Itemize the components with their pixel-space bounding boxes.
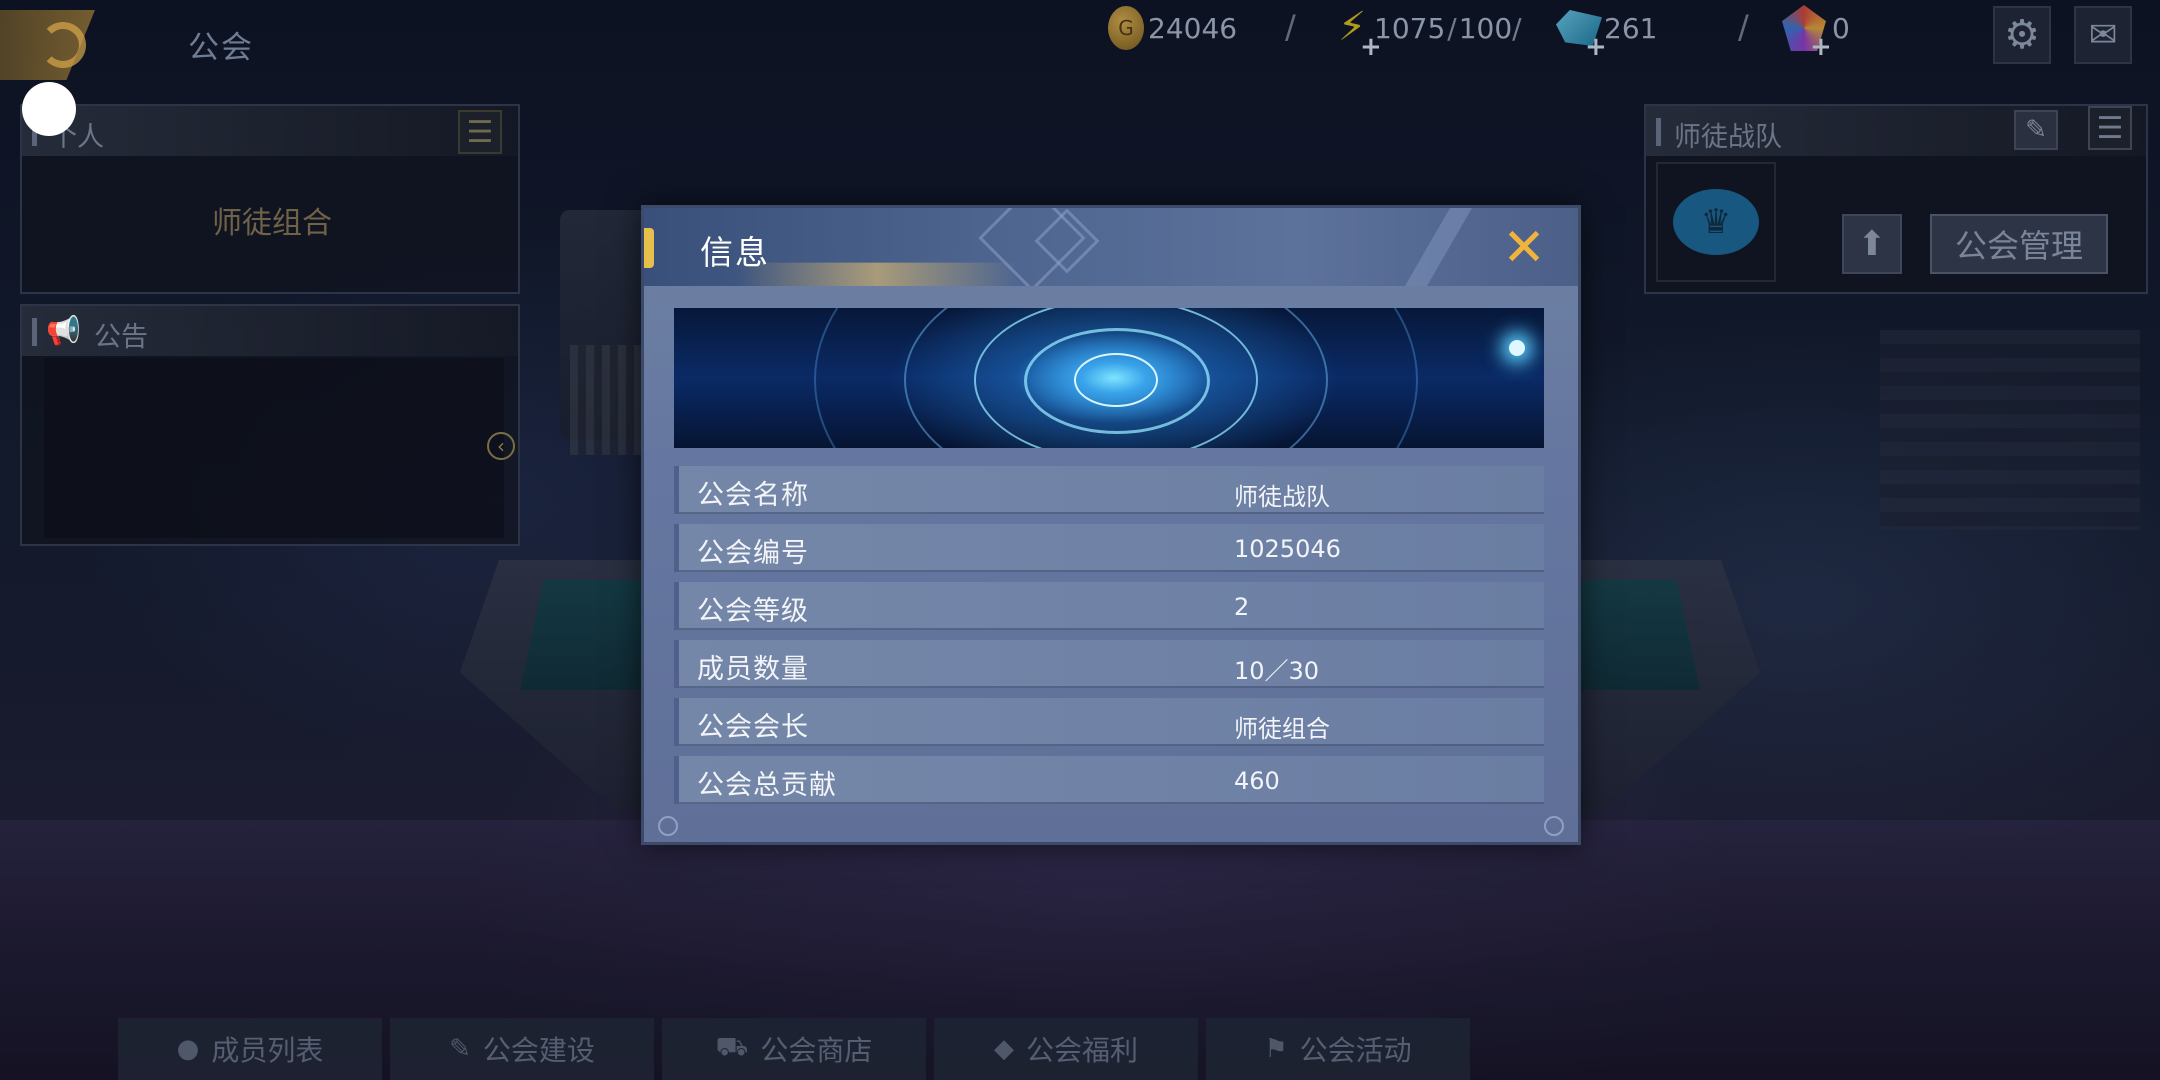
energy-counter: ⚡ 1075 / 100 / <box>1330 4 1522 50</box>
collapse-arrow-icon[interactable]: ‹ <box>487 432 515 460</box>
add-energy-button[interactable]: + <box>1360 32 1382 62</box>
tab-guild-shop[interactable]: ⛟ 公会商店 <box>662 1018 926 1080</box>
guild-info-dialog: 信息 ✕ 公会名称 师徒战队 公会编号 1025046 公会等级 2 成员数量 … <box>641 205 1581 845</box>
corner-ornament <box>658 816 678 836</box>
row-value: 10／30 <box>1234 657 1320 685</box>
list-menu-icon[interactable]: ☰ <box>458 110 502 154</box>
panel-marker <box>32 318 37 346</box>
row-value: 师徒组合 <box>1234 715 1330 743</box>
logo-icon <box>40 22 86 68</box>
add-diamond-button[interactable]: + <box>1585 32 1607 62</box>
row-label: 公会总贡献 <box>697 770 837 801</box>
tab-label: 公会福利 <box>1025 1034 1138 1067</box>
member-role-text: 师徒组合 <box>212 206 332 241</box>
row-label: 成员数量 <box>697 654 809 685</box>
energy-value: 1075 <box>1374 11 1446 45</box>
personal-panel: 个人 ☰ 师徒组合 <box>20 104 520 294</box>
tab-member-list[interactable]: ● 成员列表 <box>118 1018 382 1080</box>
diamond-value: 261 <box>1604 11 1658 45</box>
tab-label: 公会建设 <box>482 1034 595 1067</box>
add-gem-button[interactable]: + <box>1810 32 1832 62</box>
edit-icon: ✎ <box>449 1034 471 1064</box>
person-icon: ● <box>176 1034 200 1064</box>
info-row-guild-name: 公会名称 师徒战队 <box>674 466 1544 514</box>
tab-label: 成员列表 <box>211 1034 324 1067</box>
row-label: 公会名称 <box>697 480 809 511</box>
guild-info-table: 公会名称 师徒战队 公会编号 1025046 公会等级 2 成员数量 10／30… <box>674 466 1544 814</box>
row-label: 公会会长 <box>697 712 809 743</box>
personal-panel-header: 个人 <box>22 106 518 156</box>
info-row-guild-id: 公会编号 1025046 <box>674 524 1544 572</box>
floating-assist-button[interactable] <box>22 82 76 136</box>
info-row-guild-level: 公会等级 2 <box>674 582 1544 630</box>
panel-marker <box>1656 118 1661 146</box>
tab-guild-activity[interactable]: ⚑ 公会活动 <box>1206 1018 1470 1080</box>
energy-max: 100 <box>1458 11 1513 45</box>
info-row-guild-leader: 公会会长 师徒组合 <box>674 698 1544 746</box>
close-icon[interactable]: ✕ <box>1500 222 1548 274</box>
guild-emblem-icon: ♛ <box>1673 189 1759 255</box>
tab-guild-build[interactable]: ✎ 公会建设 <box>390 1018 654 1080</box>
mail-icon[interactable]: ✉ <box>2074 6 2132 64</box>
energy-slash: / <box>1447 11 1457 45</box>
gem-value: 0 <box>1832 11 1850 45</box>
info-row-member-count: 成员数量 10／30 <box>674 640 1544 688</box>
row-label: 公会编号 <box>697 538 809 569</box>
megaphone-icon: 📢 <box>46 314 81 347</box>
row-value: 师徒战队 <box>1234 483 1330 511</box>
info-row-total-contribution: 公会总贡献 460 <box>674 756 1544 804</box>
guild-panel-header: 师徒战队 <box>1646 106 2146 156</box>
dialog-header: 信息 ✕ <box>644 208 1578 286</box>
guild-emblem[interactable]: ♛ <box>1656 162 1776 282</box>
tab-label: 公会商店 <box>760 1034 873 1067</box>
notice-content-area <box>44 358 504 538</box>
banner-ring <box>814 308 1418 448</box>
tab-label: 公会活动 <box>1299 1034 1412 1067</box>
corner-ornament <box>1544 816 1564 836</box>
dialog-title: 信息 <box>700 233 770 272</box>
tab-guild-welfare[interactable]: ◆ 公会福利 <box>934 1018 1198 1080</box>
upgrade-arrow-icon[interactable]: ⬆ <box>1842 214 1902 274</box>
row-value: 460 <box>1234 767 1280 795</box>
guild-banner-image <box>674 308 1544 448</box>
separator: / <box>1285 8 1296 46</box>
energy-slash-2: / <box>1512 11 1522 45</box>
guild-list-menu-icon[interactable]: ☰ <box>2088 106 2132 150</box>
page-title: 公会 <box>188 30 254 66</box>
header-marker <box>644 228 654 268</box>
notice-panel-title: 公告 <box>94 322 148 353</box>
row-label: 公会等级 <box>697 596 809 627</box>
flag-icon: ⚑ <box>1264 1034 1288 1064</box>
settings-gear-icon[interactable]: ⚙ <box>1993 6 2051 64</box>
row-value: 2 <box>1234 593 1250 621</box>
background-wall-panel <box>1880 330 2140 530</box>
gift-icon: ◆ <box>993 1034 1014 1064</box>
edit-pencil-icon[interactable]: ✎ <box>2014 110 2058 150</box>
separator-2: / <box>1738 8 1749 46</box>
row-value: 1025046 <box>1234 535 1341 563</box>
banner-light <box>1509 340 1525 356</box>
gold-counter: G 24046 <box>1108 6 1238 50</box>
gold-coin-icon: G <box>1108 6 1144 50</box>
guild-manage-button[interactable]: 公会管理 <box>1930 214 2108 274</box>
gold-value: 24046 <box>1148 11 1238 45</box>
notice-panel-header: 📢 公告 <box>22 306 518 356</box>
cart-icon: ⛟ <box>715 1032 749 1062</box>
background-device-grill <box>570 345 650 455</box>
guild-panel-title: 师徒战队 <box>1674 122 1782 153</box>
notice-panel: 📢 公告 <box>20 304 520 546</box>
